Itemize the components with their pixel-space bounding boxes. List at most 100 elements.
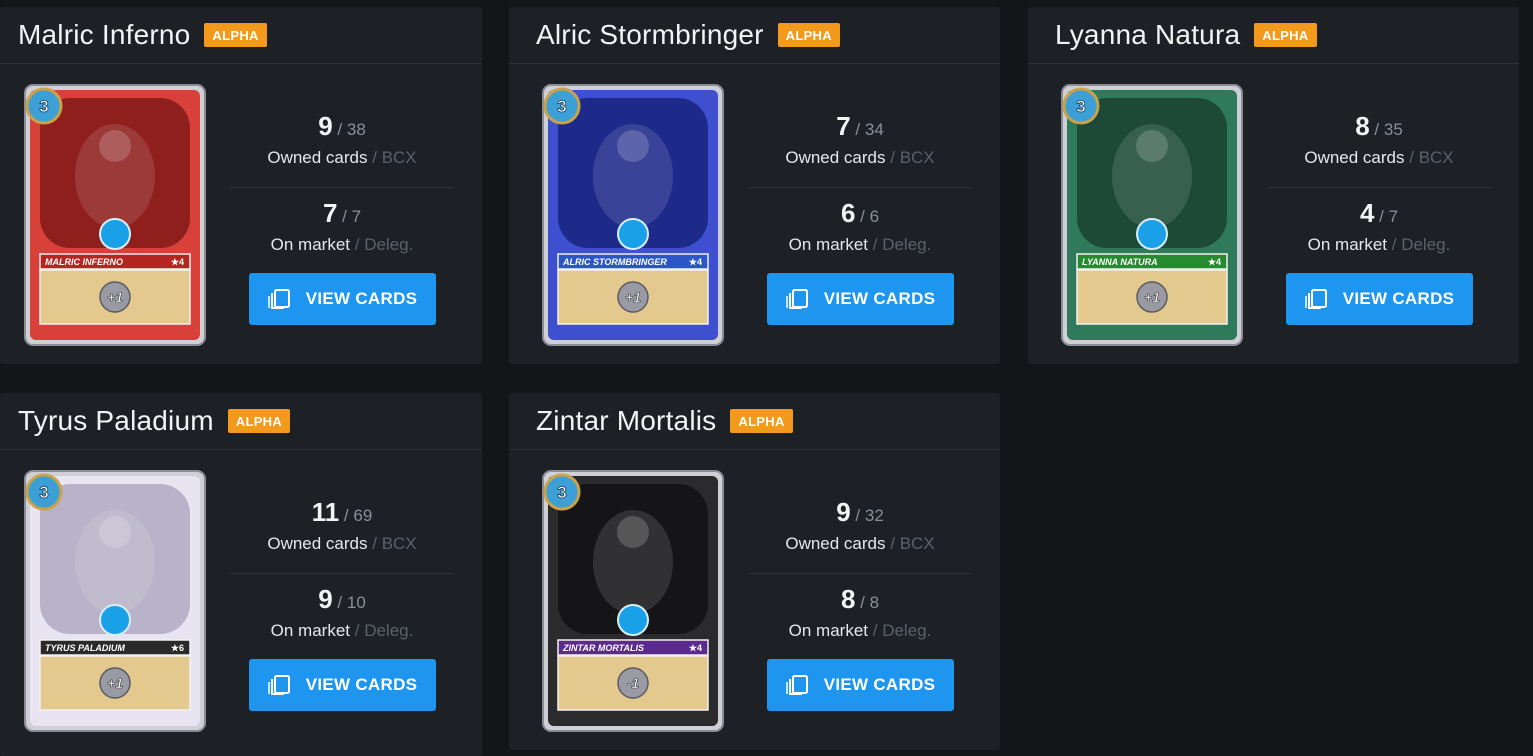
deleg-label: Deleg. [1401, 235, 1451, 254]
bcx-label: BCX [381, 534, 417, 553]
bcx-label: BCX [381, 148, 417, 167]
card-art-svg: TYRUS PALADIUM ★6 +1 3 [24, 470, 206, 732]
view-cards-button[interactable]: VIEW CARDS [249, 273, 436, 325]
bcx-label: BCX [1418, 148, 1454, 167]
view-cards-button[interactable]: VIEW CARDS [249, 659, 436, 711]
bonus-label: +1 [107, 289, 123, 305]
bonus-label: +1 [1144, 289, 1160, 305]
card-title: Tyrus Paladium [18, 405, 214, 436]
market-stat: 9 / 10 On market / Deleg. [270, 584, 414, 640]
cards-icon [785, 289, 810, 309]
market-total: 7 [1388, 207, 1399, 226]
bonus-label: +1 [107, 675, 123, 691]
view-cards-button[interactable]: VIEW CARDS [767, 659, 954, 711]
owned-stat: 9 / 32 Owned cards / BCX [749, 493, 971, 574]
market-total: 10 [346, 593, 366, 612]
owned-count: 7 [836, 111, 851, 141]
owned-stat: 11 / 69 Owned cards / BCX [231, 493, 453, 574]
card-panel-zintar-mortalis: Zintar Mortalis ALPHA ZINTAR MORTALIS ★4 -… [509, 393, 1000, 750]
deleg-label: Deleg. [882, 235, 932, 254]
card-panel-malric-inferno: Malric Inferno ALPHA MALRIC INFERNO ★4 +1 3… [0, 7, 482, 364]
bonus-label: -1 [627, 675, 640, 691]
card-stars-label: ★4 [689, 257, 702, 267]
card-stars-label: ★4 [171, 257, 184, 267]
market-total: 6 [869, 207, 880, 226]
panel-header: Malric Inferno ALPHA [0, 7, 482, 64]
ability-orb-icon [1136, 218, 1168, 250]
owned-total: 69 [353, 506, 373, 525]
card-title: Malric Inferno [18, 19, 191, 50]
ability-orb-icon [617, 218, 649, 250]
market-stat: 7 / 7 On market / Deleg. [270, 198, 414, 254]
market-label: On market [1307, 235, 1388, 254]
owned-total: 32 [864, 506, 884, 525]
market-stat: 6 / 6 On market / Deleg. [788, 198, 932, 254]
stats: 7 / 34 Owned cards / BCX 6 / 6 On market… [749, 107, 971, 269]
view-cards-label: VIEW CARDS [305, 289, 418, 308]
market-total: 7 [351, 207, 362, 226]
view-cards-button[interactable]: VIEW CARDS [1286, 273, 1473, 325]
card-art-svg: ZINTAR MORTALIS ★4 -1 3 [542, 470, 724, 732]
owned-total: 34 [864, 120, 884, 139]
owned-label: Owned cards [785, 534, 886, 553]
market-count: 7 [322, 198, 338, 228]
owned-label: Owned cards [267, 148, 368, 167]
market-label: On market [270, 621, 351, 640]
deleg-label: Deleg. [364, 621, 414, 640]
owned-total: 35 [1383, 120, 1403, 139]
card-title: Lyanna Natura [1055, 19, 1241, 50]
card-art-svg: ALRIC STORMBRINGER ★4 +1 3 [542, 84, 724, 346]
card-art-svg: MALRIC INFERNO ★4 +1 3 [24, 84, 206, 346]
card-image[interactable]: MALRIC INFERNO ★4 +1 3 [24, 84, 206, 346]
owned-stat: 9 / 38 Owned cards / BCX [231, 107, 453, 188]
card-image[interactable]: ZINTAR MORTALIS ★4 -1 3 [542, 470, 724, 732]
view-cards-label: VIEW CARDS [1342, 289, 1455, 308]
card-stars-label: ★6 [171, 643, 184, 653]
level-label: 3 [39, 483, 48, 502]
view-cards-label: VIEW CARDS [823, 675, 936, 694]
market-count: 9 [318, 584, 333, 614]
card-name-label: MALRIC INFERNO [45, 257, 123, 267]
panel-header: Zintar Mortalis ALPHA [509, 393, 1000, 450]
market-count: 6 [840, 198, 856, 228]
level-label: 3 [557, 483, 566, 502]
owned-label: Owned cards [267, 534, 368, 553]
view-cards-label: VIEW CARDS [823, 289, 936, 308]
bcx-label: BCX [899, 534, 935, 553]
card-panel-lyanna-natura: Lyanna Natura ALPHA LYANNA NATURA ★4 +1 3 8… [1028, 7, 1519, 364]
card-image[interactable]: TYRUS PALADIUM ★6 +1 3 [24, 470, 206, 732]
owned-label: Owned cards [785, 148, 886, 167]
owned-count: 8 [1355, 111, 1370, 141]
edition-badge: ALPHA [777, 23, 840, 47]
card-panel-alric-stormbringer: Alric Stormbringer ALPHA ALRIC STORMBRIN… [509, 7, 1000, 364]
deleg-label: Deleg. [882, 621, 932, 640]
card-image[interactable]: LYANNA NATURA ★4 +1 3 [1061, 84, 1243, 346]
market-label: On market [270, 235, 351, 254]
cards-icon [267, 675, 292, 695]
card-panel-tyrus-paladium: Tyrus Paladium ALPHA TYRUS PALADIUM ★6 +1 3… [0, 393, 482, 756]
owned-label: Owned cards [1304, 148, 1405, 167]
ability-orb-icon [99, 604, 131, 636]
view-cards-label: VIEW CARDS [305, 675, 418, 694]
market-count: 4 [1359, 198, 1375, 228]
card-name-label: LYANNA NATURA [1082, 257, 1158, 267]
edition-badge: ALPHA [1254, 23, 1317, 47]
market-count: 8 [840, 584, 856, 614]
stats: 9 / 32 Owned cards / BCX 8 / 8 On market… [749, 493, 971, 655]
market-label: On market [788, 235, 869, 254]
market-label: On market [788, 621, 869, 640]
deleg-label: Deleg. [364, 235, 414, 254]
edition-badge: ALPHA [730, 409, 793, 433]
market-stat: 8 / 8 On market / Deleg. [788, 584, 932, 640]
card-image[interactable]: ALRIC STORMBRINGER ★4 +1 3 [542, 84, 724, 346]
level-label: 3 [557, 97, 566, 116]
card-name-label: TYRUS PALADIUM [45, 643, 125, 653]
card-title: Zintar Mortalis [536, 405, 717, 436]
card-name-label: ZINTAR MORTALIS [562, 643, 644, 653]
cards-icon [267, 289, 292, 309]
view-cards-button[interactable]: VIEW CARDS [767, 273, 954, 325]
stats: 9 / 38 Owned cards / BCX 7 / 7 On market… [231, 107, 453, 269]
card-art-svg: LYANNA NATURA ★4 +1 3 [1061, 84, 1243, 346]
ability-orb-icon [99, 218, 131, 250]
stats: 11 / 69 Owned cards / BCX 9 / 10 On mark… [231, 493, 453, 655]
